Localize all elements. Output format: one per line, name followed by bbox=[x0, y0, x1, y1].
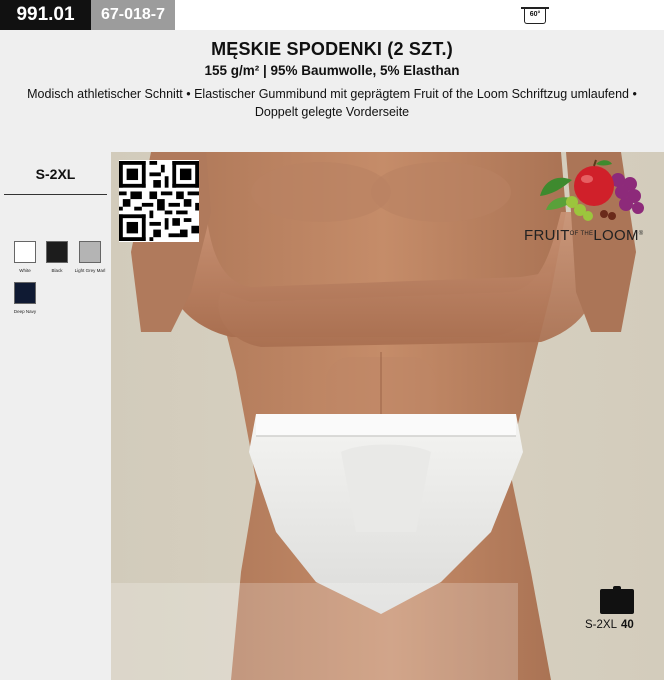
pack-quantity: 40 bbox=[620, 619, 634, 631]
qr-code[interactable] bbox=[119, 160, 199, 242]
product-specs: 155 g/m² | 95% Baumwolle, 5% Elasthan bbox=[204, 63, 460, 78]
logo-wordmark: FRUITOF THELOOM® bbox=[524, 227, 656, 244]
photo-overlay bbox=[111, 583, 518, 680]
pack-info: S-2XL 40 bbox=[585, 619, 634, 631]
wash-60-icon: 60° bbox=[521, 7, 549, 24]
catalog-page: 991.01 67-018-7 60° MĘSKIE SPODENKI (2 S… bbox=[0, 0, 664, 680]
fruit-logo-icon bbox=[540, 159, 644, 221]
wash-temperature: 60° bbox=[529, 11, 541, 18]
product-header: MĘSKIE SPODENKI (2 SZT.) 155 g/m² | 95% … bbox=[0, 30, 664, 152]
supplier-code: 67-018-7 bbox=[91, 0, 175, 30]
registered-mark: ® bbox=[638, 231, 644, 237]
product-description: Modisch athletischer Schnitt • Elastisch… bbox=[27, 87, 637, 119]
color-label-deep-navy: Deep Navy bbox=[13, 309, 37, 314]
article-code: 991.01 bbox=[0, 0, 91, 30]
color-swatch-light-grey-marl[interactable] bbox=[79, 241, 101, 263]
product-title: MĘSKIE SPODENKI (2 SZT.) bbox=[211, 39, 453, 59]
brand-logo: FRUITOF THELOOM® bbox=[524, 158, 656, 250]
folded-shirt-icon bbox=[600, 586, 634, 614]
logo-fruit: FRUIT bbox=[524, 227, 570, 244]
logo-of-the: OF THE bbox=[569, 231, 594, 237]
left-column: S-2XL White Black Light Grey Marl Deep N… bbox=[0, 152, 111, 680]
color-swatch-deep-navy[interactable] bbox=[14, 282, 36, 304]
logo-loom: LOOM bbox=[593, 227, 639, 244]
color-label-light-grey-marl: Light Grey Marl bbox=[74, 268, 106, 273]
divider bbox=[4, 194, 107, 195]
color-swatch-black[interactable] bbox=[46, 241, 68, 263]
color-label-white: White bbox=[19, 268, 31, 273]
size-range: S-2XL bbox=[35, 166, 76, 182]
pack-sizes: S-2XL bbox=[585, 619, 617, 631]
color-swatch-white[interactable] bbox=[14, 241, 36, 263]
top-bar: 991.01 67-018-7 60° bbox=[0, 0, 664, 30]
